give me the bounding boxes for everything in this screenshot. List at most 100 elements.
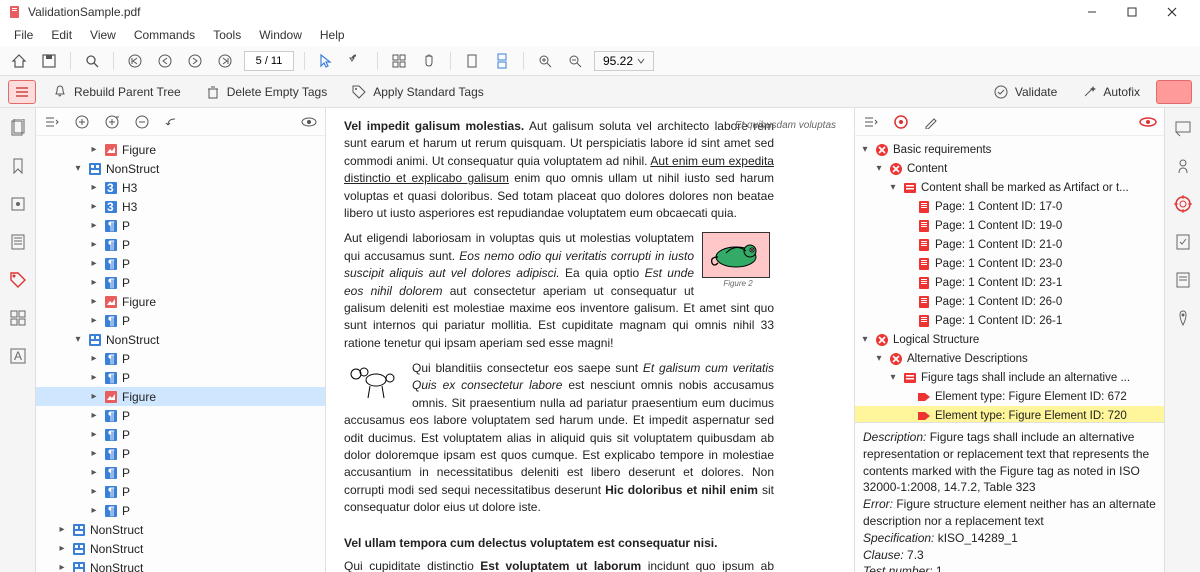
tag-tree-row[interactable]: ▾NonStruct — [36, 330, 325, 349]
tag-tree-row[interactable]: ▸¶P — [36, 349, 325, 368]
thumbnails-button[interactable] — [388, 50, 410, 72]
tag-tree-row[interactable]: ▸NonStruct — [36, 539, 325, 558]
search-button[interactable] — [81, 50, 103, 72]
tag-tree-row[interactable]: ▸NonStruct — [36, 558, 325, 572]
validation-tree-row[interactable]: ▾Content — [855, 159, 1164, 178]
menu-edit[interactable]: Edit — [43, 26, 80, 44]
fonts-tab[interactable]: A — [6, 344, 30, 368]
validation-tree[interactable]: ▾Basic requirements▾Content▾Content shal… — [855, 136, 1164, 422]
signatures-tab[interactable] — [1171, 306, 1195, 330]
validation-tree-row[interactable]: ·Element type: Figure Element ID: 672 — [855, 387, 1164, 406]
close-button[interactable] — [1152, 0, 1192, 24]
attachments-tab[interactable] — [1171, 154, 1195, 178]
val-edit-icon[interactable] — [921, 112, 941, 132]
content-tab[interactable] — [6, 230, 30, 254]
menu-commands[interactable]: Commands — [126, 26, 203, 44]
add-tag-button[interactable] — [72, 112, 92, 132]
continuous-page-button[interactable] — [491, 50, 513, 72]
menu-tools[interactable]: Tools — [205, 26, 249, 44]
menu-help[interactable]: Help — [312, 26, 353, 44]
snapshot-button[interactable] — [345, 50, 367, 72]
validation-tree-row[interactable]: ·Page: 1 Content ID: 26-1 — [855, 311, 1164, 330]
menu-window[interactable]: Window — [251, 26, 310, 44]
h3-tag-icon: 3 — [104, 200, 118, 214]
destinations-tab[interactable] — [6, 192, 30, 216]
rebuild-parent-tree-button[interactable]: Rebuild Parent Tree — [44, 81, 189, 103]
zoom-dropdown[interactable]: 95.22 — [594, 51, 654, 71]
zoom-in-button[interactable] — [534, 50, 556, 72]
validation-tree-row[interactable]: ▾Basic requirements — [855, 140, 1164, 159]
undo-button[interactable] — [162, 112, 182, 132]
validation-panel-toggle[interactable] — [1156, 80, 1192, 104]
menu-view[interactable]: View — [82, 26, 124, 44]
collapse-toggle-icon[interactable] — [42, 112, 62, 132]
add-sibling-button[interactable] — [102, 112, 122, 132]
prev-page-button[interactable] — [154, 50, 176, 72]
document-view[interactable]: Et quibusdam voluptas Vel impedit galisu… — [326, 108, 854, 572]
validation-tree-row[interactable]: ▾Figure tags shall include an alternativ… — [855, 368, 1164, 387]
apply-standard-tags-button[interactable]: Apply Standard Tags — [343, 81, 492, 103]
tag-tree-row[interactable]: ▸¶P — [36, 501, 325, 520]
tag-tree-row[interactable]: ▸¶P — [36, 235, 325, 254]
tags-tab[interactable] — [6, 268, 30, 292]
remove-tag-button[interactable] — [132, 112, 152, 132]
visibility-toggle-icon[interactable] — [299, 112, 319, 132]
tag-tree-row[interactable]: ▸¶P — [36, 406, 325, 425]
forms-tab[interactable] — [1171, 230, 1195, 254]
tag-tree-row[interactable]: ▸Figure — [36, 387, 325, 406]
cursor-tool-button[interactable] — [315, 50, 337, 72]
validate-button[interactable]: Validate — [985, 81, 1065, 103]
tag-panel-toggle[interactable] — [8, 80, 36, 104]
val-eye-icon[interactable] — [1138, 112, 1158, 132]
hand-tool-button[interactable] — [418, 50, 440, 72]
menu-file[interactable]: File — [6, 26, 41, 44]
first-page-button[interactable] — [124, 50, 146, 72]
validation-tree-row[interactable]: ▾Logical Structure — [855, 330, 1164, 349]
validation-tree-row[interactable]: ·Page: 1 Content ID: 21-0 — [855, 235, 1164, 254]
tag-tree-row[interactable]: ▸¶P — [36, 368, 325, 387]
tag-tree-row[interactable]: ▸¶P — [36, 482, 325, 501]
tag-tree-row[interactable]: ▸¶P — [36, 273, 325, 292]
tag-tree-row[interactable]: ▸¶P — [36, 444, 325, 463]
tag-tree-row[interactable]: ▸¶P — [36, 216, 325, 235]
val-target-icon[interactable] — [891, 112, 911, 132]
tag-tree-row[interactable]: ▸¶P — [36, 254, 325, 273]
tag-tree-row[interactable]: ▸Figure — [36, 292, 325, 311]
tag-tree-row[interactable]: ▸NonStruct — [36, 520, 325, 539]
tag-tree-row[interactable]: ▾NonStruct — [36, 159, 325, 178]
maximize-button[interactable] — [1112, 0, 1152, 24]
save-button[interactable] — [38, 50, 60, 72]
bookmarks-tab[interactable] — [6, 154, 30, 178]
annotations-tab[interactable] — [1171, 116, 1195, 140]
delete-empty-tags-button[interactable]: Delete Empty Tags — [197, 81, 336, 103]
validation-tree-row[interactable]: ·Page: 1 Content ID: 17-0 — [855, 197, 1164, 216]
layers-tab[interactable] — [6, 306, 30, 330]
validation-tree-row[interactable]: ·Page: 1 Content ID: 23-1 — [855, 273, 1164, 292]
tag-tree-row[interactable]: ▸¶P — [36, 311, 325, 330]
validation-tree-row[interactable]: ▾Alternative Descriptions — [855, 349, 1164, 368]
svg-text:¶: ¶ — [108, 276, 115, 290]
tag-tree-row[interactable]: ▸3H3 — [36, 178, 325, 197]
last-page-button[interactable] — [214, 50, 236, 72]
validation-tree-row[interactable]: ▾Content shall be marked as Artifact or … — [855, 178, 1164, 197]
zoom-out-button[interactable] — [564, 50, 586, 72]
home-button[interactable] — [8, 50, 30, 72]
tags-tree[interactable]: ▸Figure▾NonStruct▸3H3▸3H3▸¶P▸¶P▸¶P▸¶P▸Fi… — [36, 136, 325, 572]
next-page-button[interactable] — [184, 50, 206, 72]
single-page-button[interactable] — [461, 50, 483, 72]
pages-tab[interactable] — [6, 116, 30, 140]
val-collapse-icon[interactable] — [861, 112, 881, 132]
validation-tree-row[interactable]: ·Page: 1 Content ID: 26-0 — [855, 292, 1164, 311]
tag-tree-row[interactable]: ▸Figure — [36, 140, 325, 159]
tag-tree-row[interactable]: ▸¶P — [36, 463, 325, 482]
minimize-button[interactable] — [1072, 0, 1112, 24]
validation-tree-row[interactable]: ·Page: 1 Content ID: 19-0 — [855, 216, 1164, 235]
page-input[interactable] — [244, 51, 294, 71]
validation-tree-row[interactable]: ·Element type: Figure Element ID: 720 — [855, 406, 1164, 422]
security-tab[interactable] — [1171, 268, 1195, 292]
validation-tree-row[interactable]: ·Page: 1 Content ID: 23-0 — [855, 254, 1164, 273]
validation-results-tab[interactable] — [1171, 192, 1195, 216]
tag-tree-row[interactable]: ▸¶P — [36, 425, 325, 444]
autofix-button[interactable]: Autofix — [1073, 81, 1148, 103]
tag-tree-row[interactable]: ▸3H3 — [36, 197, 325, 216]
